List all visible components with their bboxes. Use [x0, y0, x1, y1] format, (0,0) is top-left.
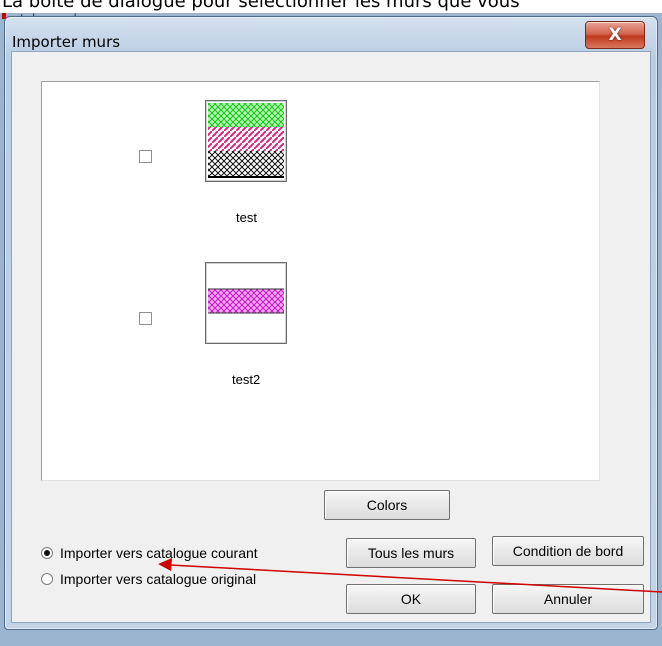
- annotation-arrow-head: [158, 558, 172, 571]
- annotation-arrow: [158, 558, 662, 593]
- annotation-arrow-line: [169, 564, 662, 593]
